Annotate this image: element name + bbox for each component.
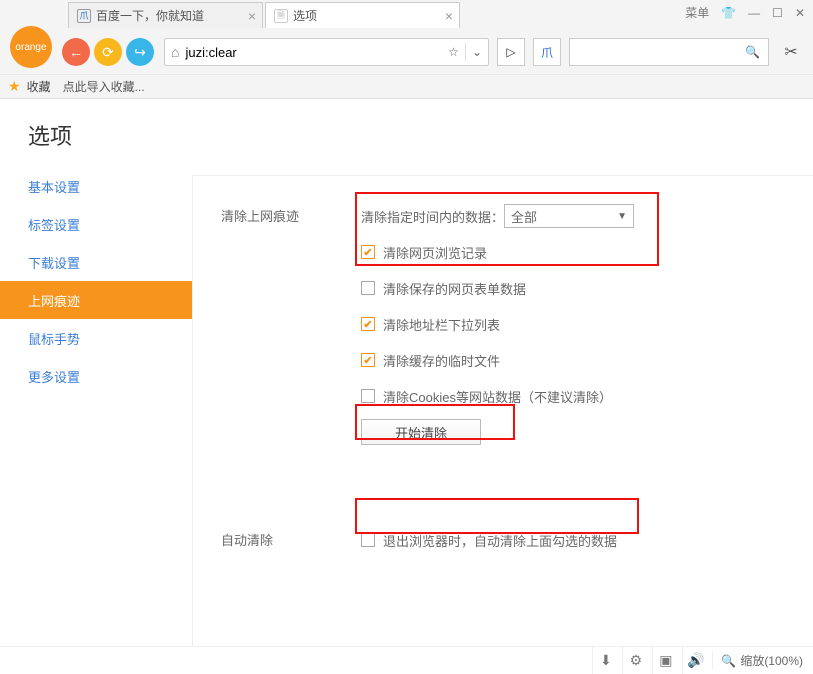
checkbox-auto-clear[interactable] — [361, 533, 375, 547]
option-label: 清除缓存的临时文件 — [383, 351, 500, 370]
time-range-label: 清除指定时间内的数据： — [361, 207, 504, 226]
checkbox-history[interactable]: ✔ — [361, 245, 375, 259]
zoom-icon[interactable]: 🔍 — [721, 654, 736, 668]
favorites-label[interactable]: 收藏 — [27, 78, 51, 95]
section-auto-label: 自动清除 — [221, 528, 361, 564]
content-pane: 清除上网痕迹 清除指定时间内的数据： 全部 ▼ ✔ 清除网页浏览记录 — [192, 175, 813, 647]
checkbox-cache[interactable]: ✔ — [361, 353, 375, 367]
time-range-select[interactable]: 全部 ▼ — [504, 204, 634, 228]
search-box[interactable]: 🔍 — [569, 38, 769, 66]
checkbox-formdata[interactable] — [361, 281, 375, 295]
close-icon[interactable]: × — [248, 8, 256, 24]
paw-icon: 爪 — [77, 9, 91, 23]
option-label: 清除保存的网页表单数据 — [383, 279, 526, 298]
tab-title: 选项 — [293, 7, 317, 24]
document-icon: 🗎 — [274, 9, 288, 23]
browser-logo: orange — [10, 26, 52, 68]
go-button[interactable]: ▷ — [497, 38, 525, 66]
checkbox-cookies[interactable] — [361, 389, 375, 403]
tab-title: 百度一下，你就知道 — [96, 7, 204, 24]
import-bookmarks-link[interactable]: 点此导入收藏... — [63, 78, 145, 95]
screenshot-icon[interactable]: ✂ — [777, 38, 805, 66]
option-label: 清除Cookies等网站数据（不建议清除） — [383, 387, 612, 406]
favorites-star-icon[interactable]: ★ — [8, 78, 21, 95]
zoom-label[interactable]: 缩放(100%) — [740, 652, 803, 669]
tab-strip: 爪 百度一下，你就知道 × 🗎 选项 × 菜单 👕 — ☐ ✕ — [0, 0, 813, 30]
window-controls: 菜单 👕 — ☐ ✕ — [685, 4, 805, 21]
option-label: 清除地址栏下拉列表 — [383, 315, 500, 334]
dropdown-icon[interactable]: ⌄ — [472, 45, 482, 59]
search-engine-icon[interactable]: 爪 — [533, 38, 561, 66]
sidebar-item-download[interactable]: 下载设置 — [0, 243, 192, 281]
chevron-down-icon: ▼ — [617, 211, 627, 222]
sidebar-item-more[interactable]: 更多设置 — [0, 357, 192, 395]
back-button[interactable]: ← — [62, 38, 90, 66]
sidebar-item-tabs[interactable]: 标签设置 — [0, 205, 192, 243]
sidebar-item-gestures[interactable]: 鼠标手势 — [0, 319, 192, 357]
sound-icon[interactable]: 🔊 — [682, 647, 708, 674]
option-label: 退出浏览器时，自动清除上面勾选的数据 — [383, 531, 617, 550]
star-icon[interactable]: ☆ — [448, 45, 459, 59]
option-label: 清除网页浏览记录 — [383, 243, 487, 262]
windows-icon[interactable]: ▣ — [652, 647, 678, 674]
menu-label[interactable]: 菜单 — [685, 4, 709, 21]
close-window-icon[interactable]: ✕ — [795, 6, 805, 20]
forward-button[interactable]: ↪ — [126, 38, 154, 66]
address-bar[interactable]: ⌂ ☆ ⌄ — [164, 38, 489, 66]
search-icon: 🔍 — [745, 45, 760, 59]
checkbox-addrlist[interactable]: ✔ — [361, 317, 375, 331]
status-bar: ⬇ ⚙ ▣ 🔊 🔍 缩放(100%) — [0, 646, 813, 674]
maximize-icon[interactable]: ☐ — [772, 6, 783, 20]
skin-icon[interactable]: 👕 — [721, 6, 736, 20]
section-clear-label: 清除上网痕迹 — [221, 204, 361, 456]
reload-button[interactable]: ⟳ — [94, 38, 122, 66]
url-input[interactable] — [185, 45, 448, 60]
page-title: 选项 — [0, 99, 813, 167]
close-icon[interactable]: × — [445, 8, 453, 24]
sidebar: 基本设置 标签设置 下载设置 上网痕迹 鼠标手势 更多设置 — [0, 167, 192, 395]
sidebar-item-basic[interactable]: 基本设置 — [0, 167, 192, 205]
toolbar: ← ⟳ ↪ ⌂ ☆ ⌄ ▷ 爪 🔍 ✂ — [0, 30, 813, 74]
start-clear-button[interactable]: 开始清除 — [361, 419, 481, 445]
tab-options[interactable]: 🗎 选项 × — [265, 2, 460, 28]
tab-baidu[interactable]: 爪 百度一下，你就知道 × — [68, 2, 263, 28]
sidebar-item-traces[interactable]: 上网痕迹 — [0, 281, 192, 319]
download-icon[interactable]: ⬇ — [592, 647, 618, 674]
bookmarks-bar: ★ 收藏 点此导入收藏... — [0, 74, 813, 98]
minimize-icon[interactable]: — — [748, 6, 760, 20]
settings-icon[interactable]: ⚙ — [622, 647, 648, 674]
time-range-value: 全部 — [511, 207, 537, 226]
home-icon[interactable]: ⌂ — [171, 44, 179, 60]
